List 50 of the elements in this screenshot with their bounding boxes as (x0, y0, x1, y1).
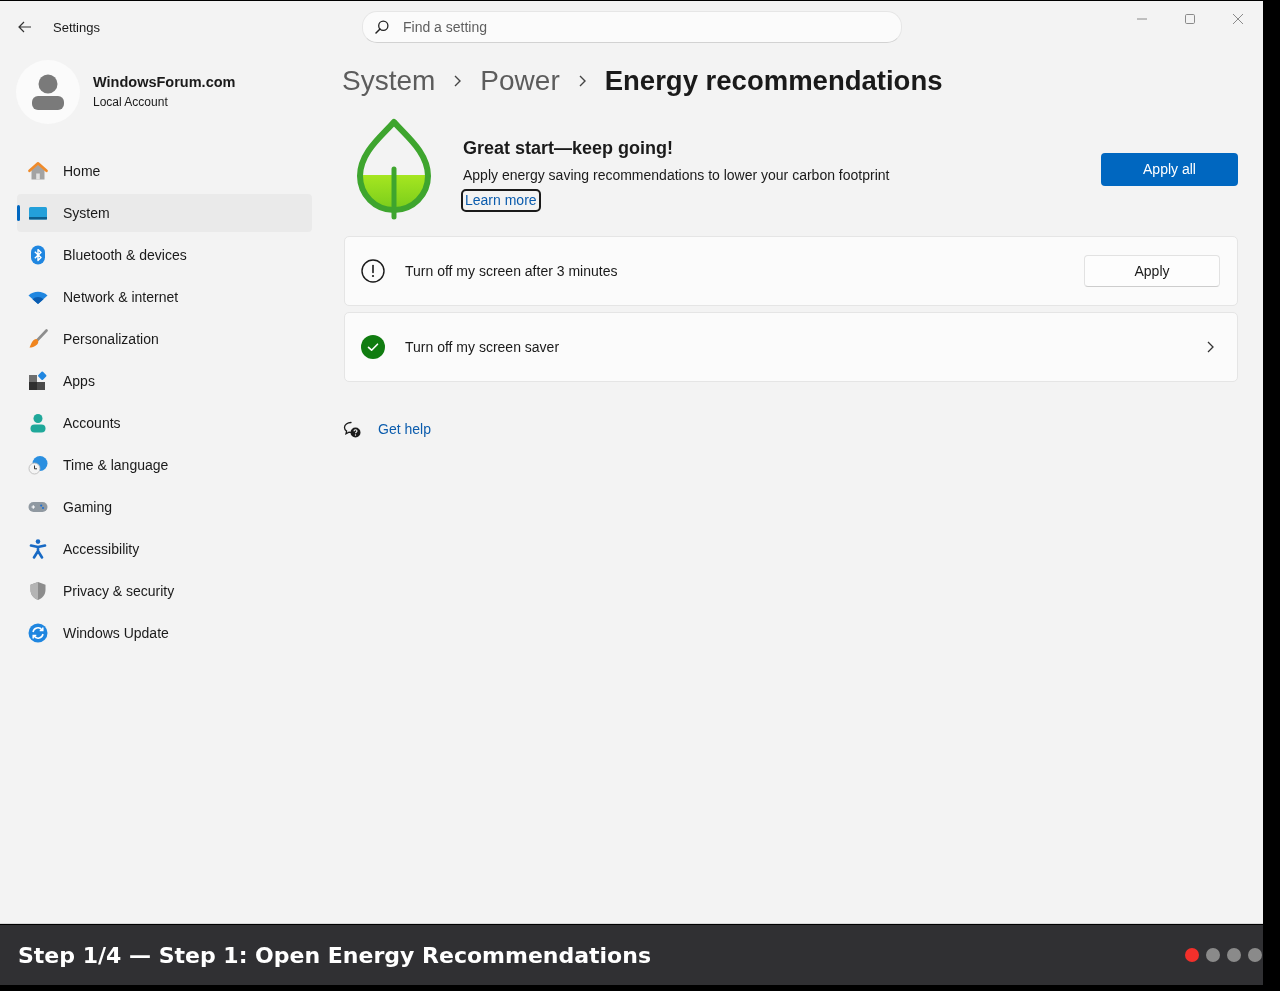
banner-title: Great start—keep going! (463, 137, 674, 160)
shield-icon (28, 581, 48, 601)
learn-more-link[interactable]: Learn more (461, 189, 541, 212)
sidebar-item[interactable]: Accounts (17, 404, 312, 442)
account-type: Local Account (93, 94, 169, 111)
globe-clock-icon (28, 455, 48, 475)
breadcrumb-link[interactable]: Power (480, 65, 560, 97)
person-icon (28, 413, 48, 433)
apply-button[interactable]: Apply (1084, 255, 1220, 287)
accessibility-icon (28, 539, 48, 559)
paintbrush-icon (28, 329, 48, 349)
alert-icon (361, 259, 385, 283)
sidebar-item[interactable]: Network & internet (17, 278, 312, 316)
window-title: Settings (53, 19, 100, 35)
search-field[interactable]: Find a setting (362, 11, 902, 43)
account-name: WindowsForum.com (93, 73, 236, 92)
sidebar-item[interactable]: Accessibility (17, 530, 312, 568)
breadcrumb-link[interactable]: System (342, 65, 436, 97)
help-icon (343, 420, 361, 438)
sidebar-item[interactable]: System (17, 194, 312, 232)
sidebar-item[interactable]: Bluetooth & devices (17, 236, 312, 274)
chevron-right-icon[interactable] (1207, 341, 1214, 353)
search-icon (375, 20, 389, 34)
close-icon (1233, 14, 1243, 24)
checkmark-icon (361, 335, 385, 359)
minimize-icon (1137, 18, 1147, 20)
sidebar-item[interactable]: Personalization (17, 320, 312, 358)
sidebar-item[interactable]: Privacy & security (17, 572, 312, 610)
sidebar-item[interactable]: Time & language (17, 446, 312, 484)
user-avatar-icon (16, 60, 80, 124)
leaf-icon (355, 118, 433, 220)
sidebar-item[interactable]: Home (17, 152, 312, 190)
back-arrow-icon (18, 21, 32, 33)
page-title: Energy recommendations (604, 65, 943, 97)
home-icon (28, 161, 48, 181)
breadcrumb-chevron-icon (578, 75, 586, 87)
apply-all-button[interactable]: Apply all (1101, 152, 1238, 186)
sidebar-item[interactable]: Windows Update (17, 614, 312, 652)
recommendation-label: Turn off my screen saver (405, 339, 560, 355)
sidebar-item[interactable]: Gaming (17, 488, 312, 526)
maximize-icon (1185, 14, 1195, 24)
caption-text: Step 1/4 — Step 1: Open Energy Recommendations (18, 942, 651, 968)
bluetooth-icon (28, 245, 48, 265)
banner-description: Apply energy saving recommendations to lower your carbon footprint (463, 166, 890, 185)
breadcrumb-chevron-icon (454, 75, 462, 87)
get-help-link[interactable]: Get help (378, 421, 431, 437)
recommendation-label: Turn off my screen after 3 minutes (405, 263, 618, 279)
sync-icon (28, 623, 48, 643)
apps-icon (28, 371, 48, 391)
sidebar-item[interactable]: Apps (17, 362, 312, 400)
